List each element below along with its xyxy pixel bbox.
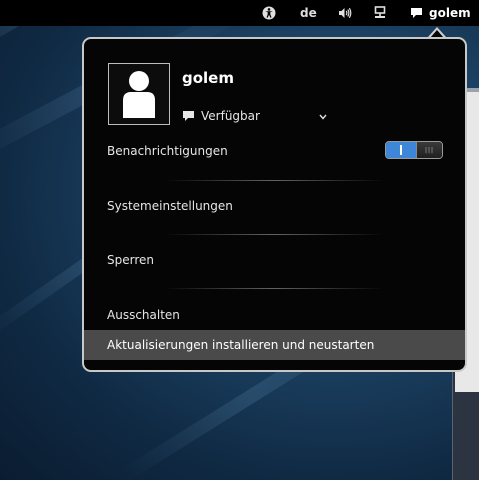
desktop: de golem golem Verfügbar Benachrichtigun…: [0, 0, 479, 480]
network-wired-icon: [374, 6, 386, 18]
menu-item-label: Ausschalten: [107, 308, 180, 322]
chevron-down-icon[interactable]: [319, 114, 327, 120]
user-name: golem: [182, 69, 234, 87]
keyboard-layout-indicator[interactable]: de: [300, 0, 317, 26]
avatar[interactable]: [108, 63, 170, 125]
status-selector[interactable]: Verfügbar: [182, 107, 332, 125]
menu-item-install-updates-restart[interactable]: Aktualisierungen installieren und neusta…: [84, 330, 465, 360]
volume-icon: [339, 7, 352, 19]
top-panel: de golem: [0, 0, 479, 26]
notifications-toggle[interactable]: |||: [385, 141, 443, 159]
chat-bubble-icon: [411, 8, 422, 18]
user-menu-button[interactable]: golem: [410, 0, 471, 26]
volume-menu[interactable]: [338, 0, 352, 26]
separator: [164, 288, 384, 289]
user-menu-popup: golem Verfügbar Benachrichtigungen ||| S…: [82, 37, 467, 372]
toggle-on-mark: [400, 145, 402, 155]
user-menu-label: golem: [429, 6, 471, 20]
status-label: Verfügbar: [201, 109, 260, 123]
network-menu[interactable]: [374, 0, 386, 26]
accessibility-menu[interactable]: [262, 0, 276, 26]
toggle-grip-icon: |||: [425, 147, 435, 154]
menu-item-system-settings[interactable]: Systemeinstellungen: [84, 192, 465, 220]
accessibility-icon: [262, 6, 276, 20]
user-avatar-icon: [123, 71, 155, 118]
separator: [164, 234, 384, 235]
menu-item-label: Aktualisierungen installieren und neusta…: [107, 338, 375, 352]
separator: [164, 180, 384, 181]
menu-item-label: Sperren: [107, 253, 154, 267]
notifications-label: Benachrichtigungen: [107, 144, 228, 158]
menu-item-power-off[interactable]: Ausschalten: [84, 301, 465, 329]
menu-item-label: Systemeinstellungen: [107, 199, 233, 213]
chat-bubble-icon: [183, 111, 194, 121]
menu-item-lock[interactable]: Sperren: [84, 246, 465, 274]
